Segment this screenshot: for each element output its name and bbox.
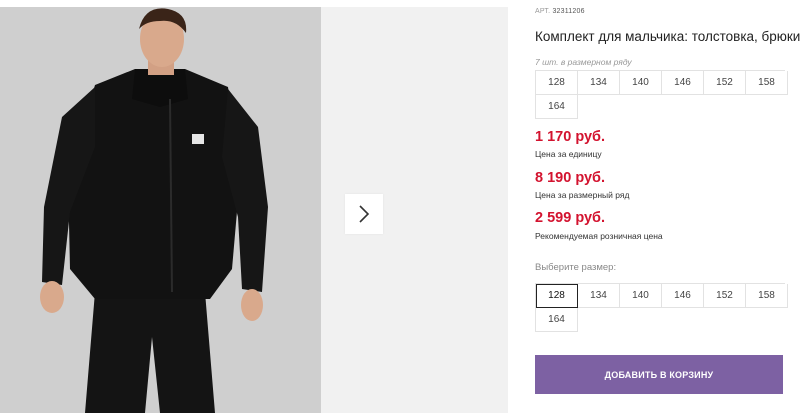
size-grid: 128 134 140 146 152 158 164 bbox=[535, 70, 788, 119]
size-option[interactable]: 128 bbox=[536, 284, 578, 308]
set-price: 8 190 руб. bbox=[535, 170, 606, 186]
product-title: Комплект для мальчика: толстовка, брюки bbox=[535, 29, 800, 44]
unit-price-label: Цена за единицу bbox=[535, 149, 602, 159]
rrp-price-label: Рекомендуемая розничная цена bbox=[535, 231, 663, 241]
size-select-label: Выберите размер: bbox=[535, 262, 617, 273]
size-grid-item: 152 bbox=[704, 71, 746, 95]
size-option[interactable]: 158 bbox=[746, 284, 788, 308]
product-photo[interactable] bbox=[0, 7, 321, 413]
add-to-cart-button[interactable]: ДОБАВИТЬ В КОРЗИНУ bbox=[535, 355, 783, 394]
gallery-next-button[interactable] bbox=[345, 194, 383, 234]
set-price-label: Цена за размерный ряд bbox=[535, 190, 630, 200]
unit-price: 1 170 руб. bbox=[535, 129, 606, 145]
sku-number: 32311206 bbox=[552, 8, 585, 15]
product-info: АРТ. 32311206 Комплект для мальчика: тол… bbox=[535, 0, 800, 413]
product-photo-illustration bbox=[0, 7, 321, 413]
size-selector: 128 134 140 146 152 158 164 bbox=[535, 283, 788, 332]
size-grid-item: 140 bbox=[620, 71, 662, 95]
size-option[interactable]: 146 bbox=[662, 284, 704, 308]
sku-label: АРТ. bbox=[535, 8, 551, 15]
size-option[interactable]: 134 bbox=[578, 284, 620, 308]
size-grid-item: 128 bbox=[536, 71, 578, 95]
size-option[interactable]: 164 bbox=[536, 308, 578, 332]
size-grid-item: 146 bbox=[662, 71, 704, 95]
size-grid-item: 164 bbox=[536, 95, 578, 119]
sku: АРТ. 32311206 bbox=[535, 8, 585, 15]
size-grid-item: 134 bbox=[578, 71, 620, 95]
size-option[interactable]: 140 bbox=[620, 284, 662, 308]
size-option[interactable]: 152 bbox=[704, 284, 746, 308]
chevron-right-icon bbox=[359, 205, 370, 223]
product-gallery bbox=[0, 0, 508, 413]
size-grid-item: 158 bbox=[746, 71, 788, 95]
size-grid-caption: 7 шт. в размерном ряду bbox=[535, 57, 632, 67]
rrp-price: 2 599 руб. bbox=[535, 210, 606, 226]
